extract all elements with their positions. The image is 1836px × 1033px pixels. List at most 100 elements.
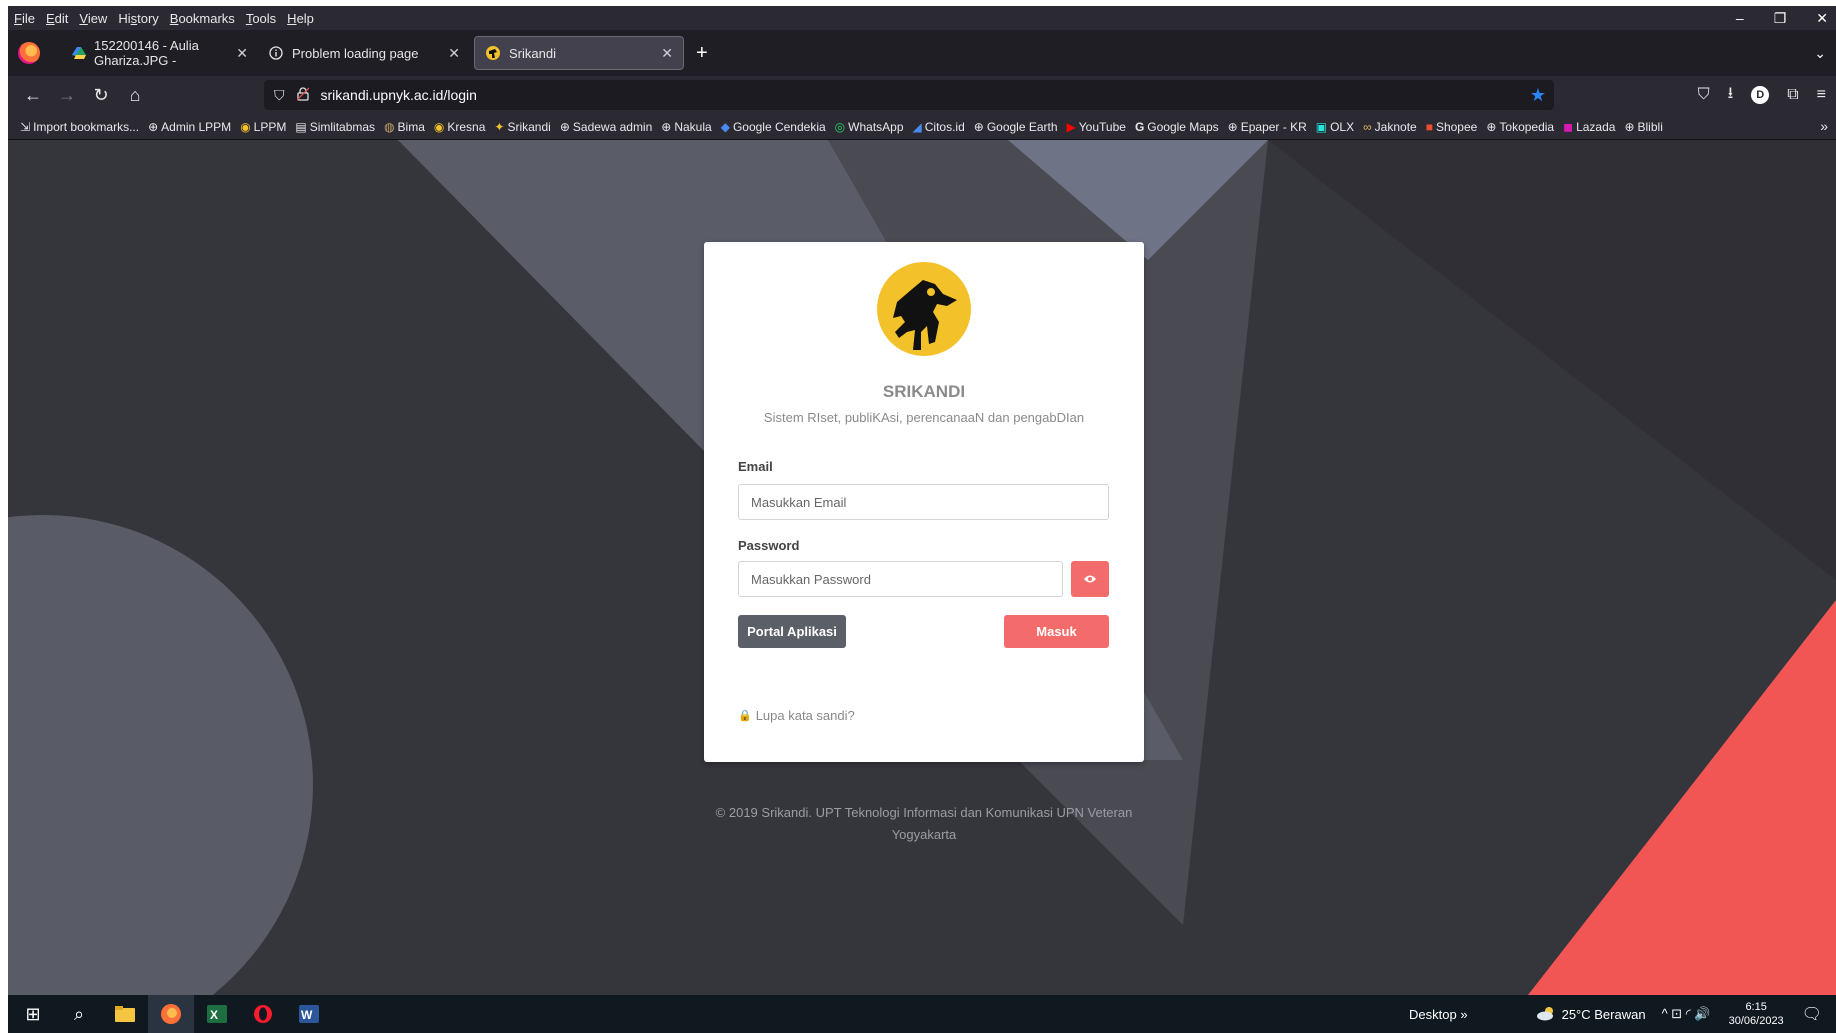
menu-bookmarks[interactable]: Bookmarks xyxy=(170,11,235,26)
show-password-button[interactable] xyxy=(1071,561,1109,597)
bookmark-olx[interactable]: ▣ OLX xyxy=(1316,120,1354,134)
bookmark-nakula[interactable]: ⊕ Nakula xyxy=(661,120,711,134)
bookmark-admin-lppm[interactable]: ⊕ Admin LPPM xyxy=(148,120,231,134)
bookmark-import[interactable]: ⇲ Import bookmarks... xyxy=(20,120,139,134)
bookmark-lazada[interactable]: ◼ Lazada xyxy=(1563,120,1615,134)
srikandi-icon: ✦ xyxy=(494,119,505,134)
tray-icons[interactable]: ^ ⊡ ◜ 🔊 xyxy=(1662,1006,1711,1022)
menu-history[interactable]: History xyxy=(118,11,158,26)
menu-tools[interactable]: Tools xyxy=(246,11,276,26)
download-icon[interactable]: ⭳ xyxy=(1728,82,1734,109)
bookmark-google-maps[interactable]: G Google Maps xyxy=(1135,120,1219,134)
extensions-icon[interactable]: ⧉ xyxy=(1787,86,1798,104)
bookmark-srikandi[interactable]: ✦ Srikandi xyxy=(494,120,550,134)
tab-title: Problem loading page xyxy=(292,45,419,61)
list-all-tabs-icon[interactable]: ⌄ xyxy=(1814,45,1826,62)
bookmark-google-cendekia[interactable]: ◆ Google Cendekia xyxy=(721,120,826,134)
tab-close-icon[interactable]: ✕ xyxy=(236,45,248,62)
bookmark-label: Import bookmarks... xyxy=(33,119,140,134)
word-icon[interactable]: W xyxy=(286,995,332,1033)
bookmark-youtube[interactable]: ▶ YouTube xyxy=(1067,120,1126,134)
menu-help[interactable]: Help xyxy=(287,11,314,26)
minimize-button[interactable]: – xyxy=(1736,10,1744,26)
bookmark-google-earth[interactable]: ⊕ Google Earth xyxy=(974,120,1058,134)
desktop-toolbar[interactable]: Desktop » xyxy=(1409,1007,1468,1022)
start-icon[interactable]: ⊞ xyxy=(10,995,56,1033)
globe-icon: ⊕ xyxy=(973,119,984,134)
kresna-icon: ◉ xyxy=(433,119,445,134)
tab-close-icon[interactable]: ✕ xyxy=(448,45,460,62)
url-bar[interactable]: ⛉ srikandi.upnyk.ac.id/login ★ xyxy=(264,80,1554,110)
bookmarks-toolbar: ⇲ Import bookmarks... ⊕ Admin LPPM ◉ LPPM ▤… xyxy=(8,114,1836,140)
menu-view[interactable]: View xyxy=(79,11,107,26)
account-icon[interactable]: D xyxy=(1751,86,1770,104)
pocket-icon[interactable]: ⛉ xyxy=(1698,86,1710,104)
desktop-label: Desktop xyxy=(1409,1006,1457,1022)
new-tab-button[interactable]: + xyxy=(696,42,708,65)
bookmark-blibli[interactable]: ⊕ Blibli xyxy=(1624,120,1662,134)
restore-button[interactable]: ❐ xyxy=(1774,10,1787,27)
bookmark-simlitabmas[interactable]: ▤ Simlitabmas xyxy=(295,120,375,134)
tab-close-icon[interactable]: ✕ xyxy=(661,45,673,62)
forward-icon[interactable]: → xyxy=(50,85,84,106)
bookmark-bima[interactable]: ◍ Bima xyxy=(384,120,425,134)
lppm-icon: ◉ xyxy=(240,119,251,134)
bookmark-kresna[interactable]: ◉ Kresna xyxy=(434,120,486,134)
svg-text:X: X xyxy=(210,1008,218,1022)
file-explorer-icon[interactable] xyxy=(102,995,148,1033)
login-card: SRIKANDI Sistem RIset, publiKAsi, perenc… xyxy=(704,242,1144,762)
firefox-view-icon[interactable] xyxy=(18,42,40,64)
email-input[interactable] xyxy=(738,484,1109,520)
shopee-icon: ■ xyxy=(1425,119,1433,134)
tab-drive-image[interactable]: 152200146 - Aulia Ghariza.JPG - ✕ xyxy=(62,36,258,70)
excel-icon[interactable]: X xyxy=(194,995,240,1033)
lock-icon: 🔒 xyxy=(738,710,752,722)
menu-file[interactable]: File xyxy=(14,11,35,26)
clock[interactable]: 6:15 30/06/2023 xyxy=(1729,1000,1784,1028)
footer-line-1: © 2019 Srikandi. UPT Teknologi Informasi… xyxy=(715,805,1133,820)
bookmark-tokopedia[interactable]: ⊕ Tokopedia xyxy=(1486,120,1554,134)
whatsapp-icon: ◎ xyxy=(834,119,846,134)
bookmark-whatsapp[interactable]: ◎ WhatsApp xyxy=(835,120,904,134)
firefox-icon[interactable] xyxy=(148,995,194,1033)
tab-problem-loading[interactable]: Problem loading page ✕ xyxy=(258,36,470,70)
menu-icon[interactable]: ≡ xyxy=(1817,86,1826,104)
globe-icon: ⊕ xyxy=(1624,119,1635,134)
bookmark-epaper-kr[interactable]: ⊕ Epaper - KR xyxy=(1228,120,1307,134)
home-icon[interactable]: ⌂ xyxy=(118,85,152,106)
bookmark-label: OLX xyxy=(1330,119,1355,134)
tracking-shield-icon[interactable]: ⛉ xyxy=(274,87,285,104)
bookmark-citos[interactable]: ◢ Citos.id xyxy=(913,120,965,134)
bookmark-label: Lazada xyxy=(1576,119,1616,134)
bookmark-star-icon[interactable]: ★ xyxy=(1530,85,1546,106)
portal-aplikasi-button[interactable]: Portal Aplikasi xyxy=(738,615,846,648)
reload-icon[interactable]: ↻ xyxy=(84,85,118,106)
password-input[interactable] xyxy=(738,561,1063,597)
tab-srikandi[interactable]: Srikandi ✕ xyxy=(474,36,684,70)
eye-icon xyxy=(1083,572,1097,587)
import-icon: ⇲ xyxy=(20,119,31,134)
insecure-lock-icon[interactable] xyxy=(296,86,309,104)
menu-edit[interactable]: Edit xyxy=(46,11,68,26)
opera-icon[interactable] xyxy=(240,995,286,1033)
email-label: Email xyxy=(738,459,773,474)
bookmark-label: Admin LPPM xyxy=(161,119,232,134)
bookmarks-overflow-icon[interactable]: » xyxy=(1820,118,1828,134)
weather-widget[interactable]: 25°C Berawan xyxy=(1536,1005,1646,1024)
forgot-password-link[interactable]: 🔒 Lupa kata sandi? xyxy=(738,708,855,723)
notification-icon[interactable]: 🗨 xyxy=(1802,1004,1822,1024)
bookmark-label: Epaper - KR xyxy=(1240,119,1307,134)
close-window-button[interactable]: ✕ xyxy=(1816,10,1828,27)
login-page: SRIKANDI Sistem RIset, publiKAsi, perenc… xyxy=(8,140,1836,995)
bookmark-sadewa-admin[interactable]: ⊕ Sadewa admin xyxy=(560,120,652,134)
bookmark-lppm[interactable]: ◉ LPPM xyxy=(240,120,286,134)
forgot-password-text: Lupa kata sandi? xyxy=(755,708,855,723)
masuk-button[interactable]: Masuk xyxy=(1004,615,1109,648)
bookmark-label: Google Earth xyxy=(986,119,1058,134)
search-icon[interactable]: ⌕ xyxy=(56,995,102,1033)
bookmark-shopee[interactable]: ■ Shopee xyxy=(1426,120,1478,134)
window-controls: – ❐ ✕ xyxy=(1736,6,1828,30)
bookmark-jaknote[interactable]: ∞ Jaknote xyxy=(1363,120,1417,134)
globe-icon: ⊕ xyxy=(1227,119,1238,134)
back-icon[interactable]: ← xyxy=(16,85,50,106)
